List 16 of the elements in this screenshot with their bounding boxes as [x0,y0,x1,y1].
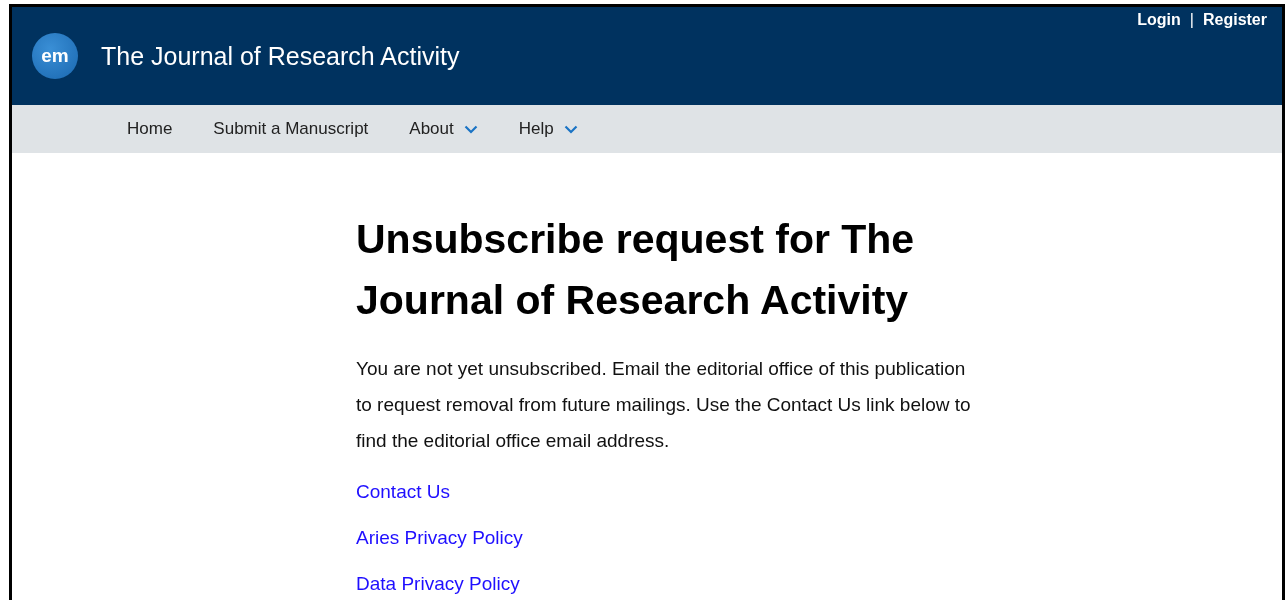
page-heading: Unsubscribe request for The Journal of Research Activity [356,215,916,325]
login-link[interactable]: Login [1137,11,1181,29]
text-link[interactable]: Contact Us [356,481,450,503]
logo-icon[interactable]: em [32,33,78,79]
chevron-down-icon [563,124,578,134]
nav-menu[interactable]: Help [506,119,590,139]
journal-title: The Journal of Research Activity [101,41,460,71]
text-link[interactable]: Aries Privacy Policy [356,527,523,549]
chevron-down-icon [463,124,478,134]
text-link[interactable]: Data Privacy Policy [356,573,520,595]
register-link[interactable]: Register [1202,11,1267,29]
nav-link[interactable]: Submit a Manuscript [201,119,381,139]
nav-menu[interactable]: About [397,119,490,139]
nav-link[interactable]: Home [115,119,185,139]
message-text: You are not yet unsubscribed. Email the editorial office of this publication to request removal from future mailings. Use the Contact Us link below to find the editorial office email address. [356,357,972,453]
link-separator: | [1189,11,1194,29]
